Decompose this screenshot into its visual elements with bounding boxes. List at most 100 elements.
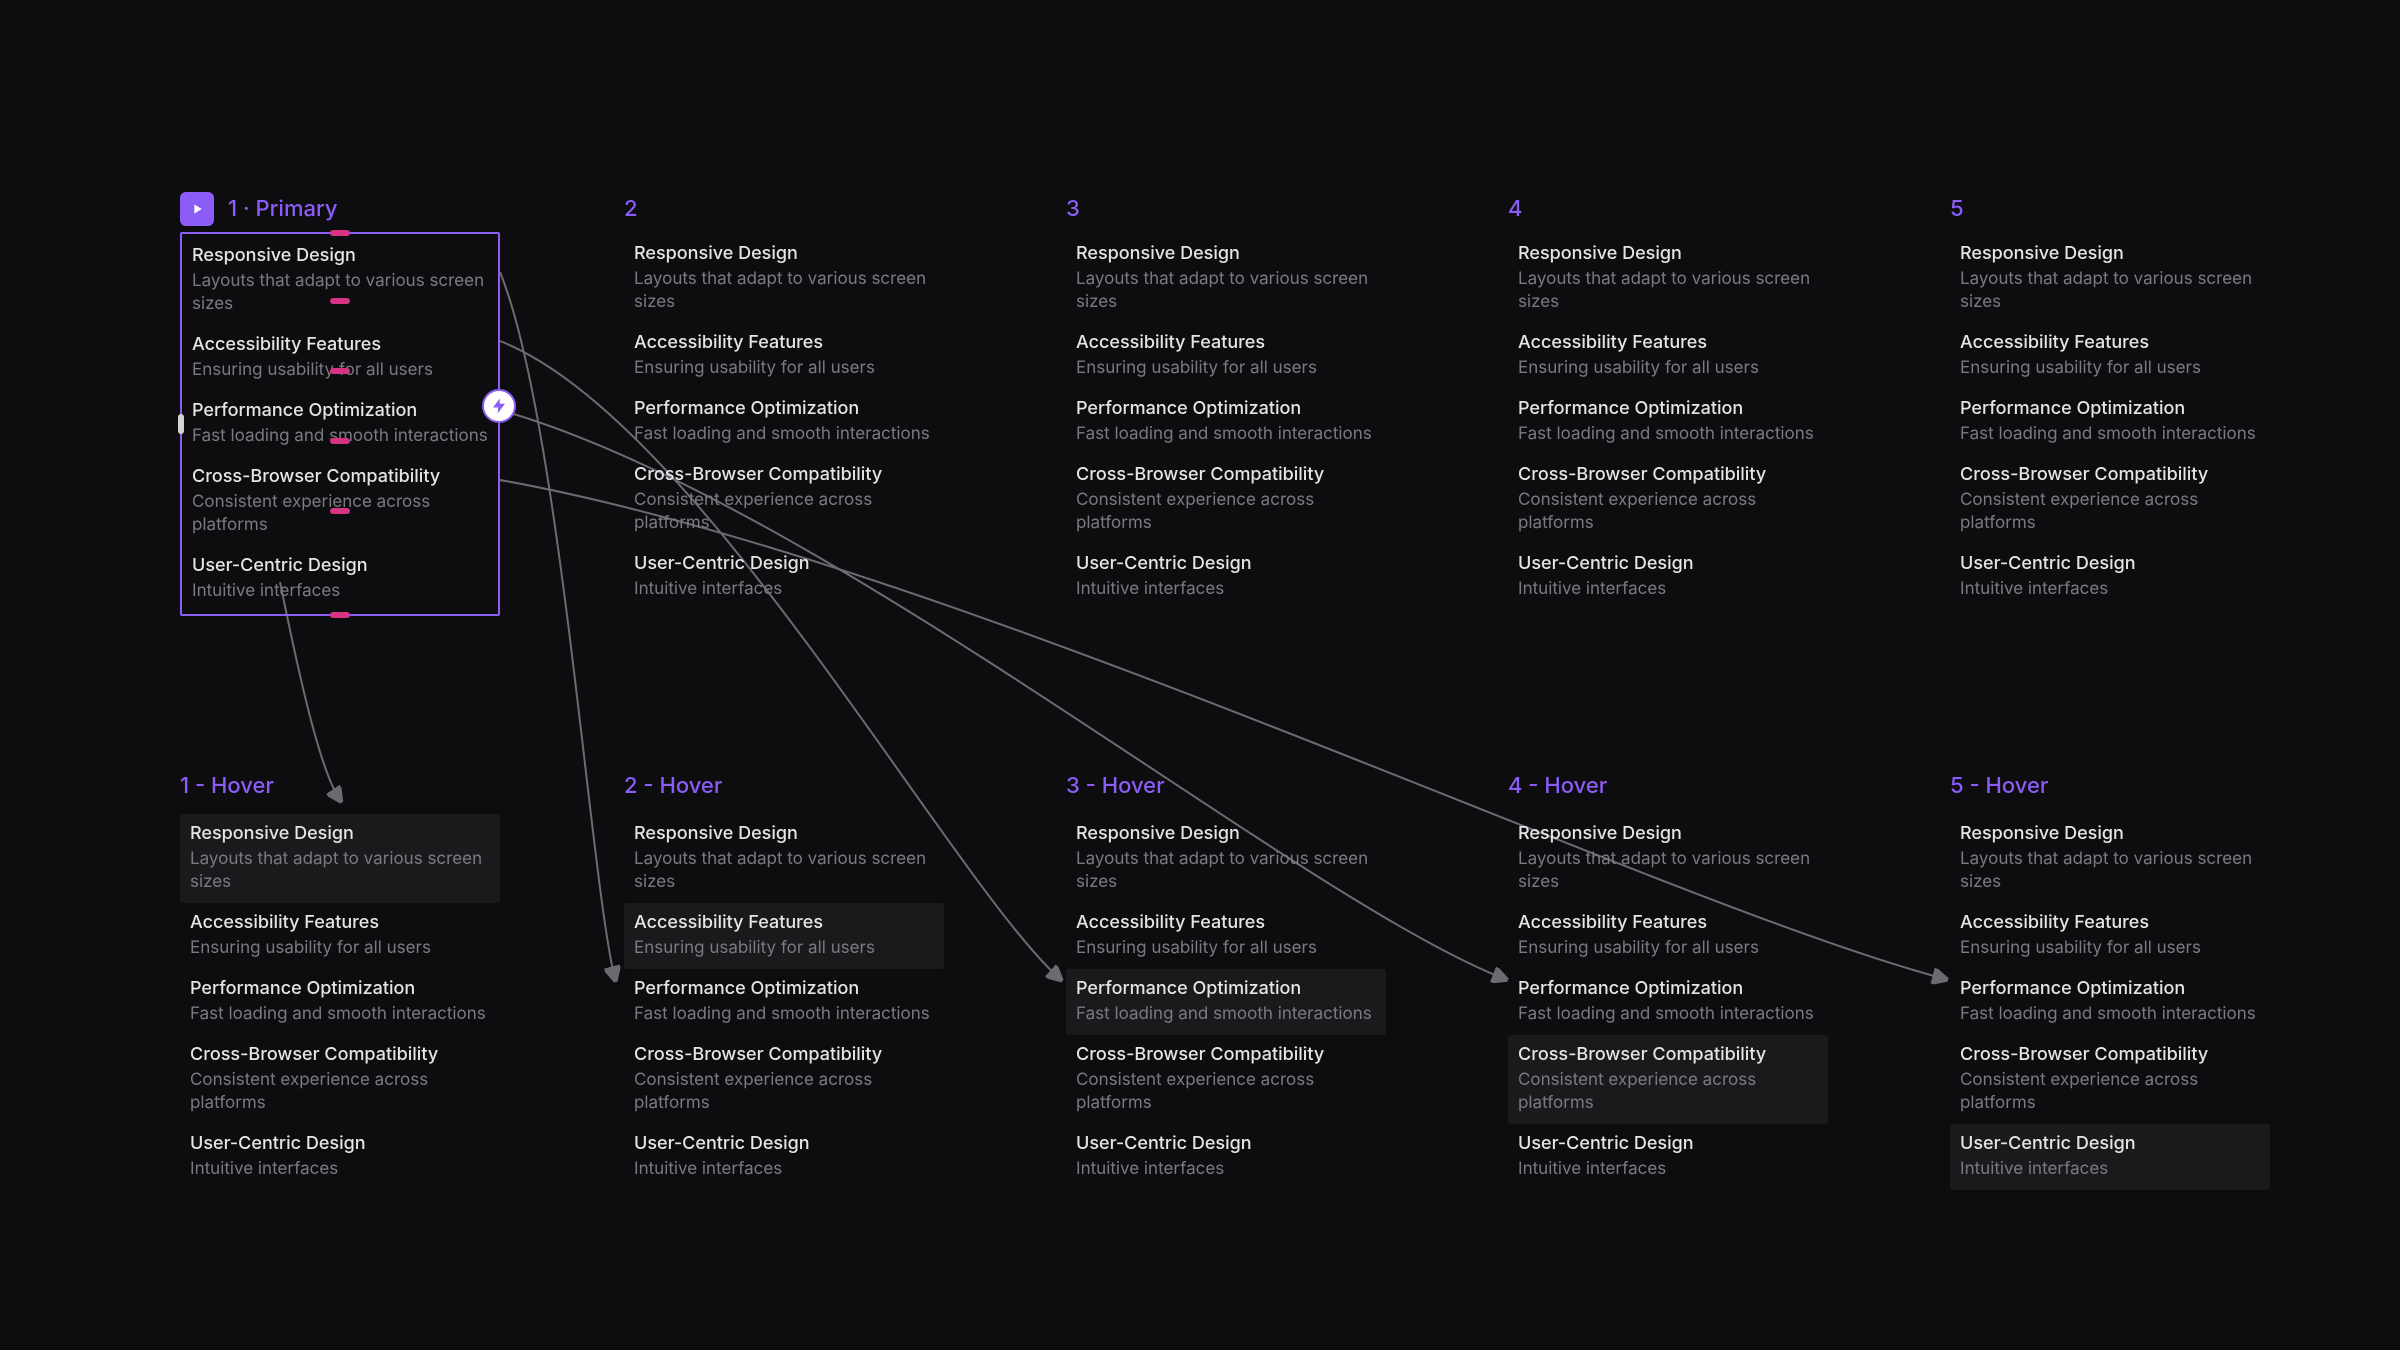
- list-item[interactable]: Accessibility FeaturesEnsuring usability…: [1950, 903, 2270, 969]
- list-item[interactable]: User-Centric DesignIntuitive interfaces: [624, 1124, 944, 1190]
- list-item[interactable]: Accessibility FeaturesEnsuring usability…: [1066, 903, 1386, 969]
- list-item[interactable]: Responsive DesignLayouts that adapt to v…: [1508, 234, 1828, 323]
- list-item[interactable]: Performance OptimizationFast loading and…: [1066, 389, 1386, 455]
- item-desc: Consistent experience across platforms: [1518, 489, 1818, 535]
- variant-label-5-hover[interactable]: 5 - Hover: [1950, 773, 2048, 799]
- list-item[interactable]: Accessibility FeaturesEnsuring usability…: [1066, 323, 1386, 389]
- item-desc: Fast loading and smooth interactions: [634, 1003, 934, 1026]
- component-card-4-hover[interactable]: Responsive DesignLayouts that adapt to v…: [1508, 812, 1828, 1192]
- design-canvas[interactable]: 1 · Primary Responsive DesignLayouts tha…: [0, 0, 2400, 1350]
- selection-handle[interactable]: [330, 298, 350, 304]
- list-item[interactable]: Cross-Browser CompatibilityConsistent ex…: [182, 457, 498, 546]
- item-desc: Consistent experience across platforms: [634, 1069, 934, 1115]
- variant-label-text: 5: [1950, 196, 1964, 222]
- list-item[interactable]: User-Centric DesignIntuitive interfaces: [624, 544, 944, 610]
- list-item[interactable]: Responsive DesignLayouts that adapt to v…: [180, 814, 500, 903]
- item-desc: Consistent experience across platforms: [1960, 1069, 2260, 1115]
- list-item[interactable]: Responsive DesignLayouts that adapt to v…: [1950, 814, 2270, 903]
- list-item[interactable]: Cross-Browser CompatibilityConsistent ex…: [1066, 1035, 1386, 1124]
- component-card-5-hover[interactable]: Responsive DesignLayouts that adapt to v…: [1950, 812, 2270, 1192]
- list-item[interactable]: User-Centric DesignIntuitive interfaces: [182, 546, 498, 612]
- list-item[interactable]: Accessibility FeaturesEnsuring usability…: [1950, 323, 2270, 389]
- list-item[interactable]: Performance OptimizationFast loading and…: [1508, 389, 1828, 455]
- component-card-1-hover[interactable]: Responsive DesignLayouts that adapt to v…: [180, 812, 500, 1192]
- item-desc: Layouts that adapt to various screen siz…: [1960, 848, 2260, 894]
- list-item[interactable]: User-Centric DesignIntuitive interfaces: [1950, 1124, 2270, 1190]
- list-item[interactable]: Performance OptimizationFast loading and…: [1508, 969, 1828, 1035]
- list-item[interactable]: Accessibility FeaturesEnsuring usability…: [1508, 903, 1828, 969]
- item-desc: Intuitive interfaces: [1960, 578, 2260, 601]
- variant-label-1-hover[interactable]: 1 - Hover: [180, 773, 274, 799]
- item-desc: Fast loading and smooth interactions: [192, 425, 488, 448]
- item-title: Responsive Design: [634, 243, 934, 264]
- list-item[interactable]: Cross-Browser CompatibilityConsistent ex…: [1508, 455, 1828, 544]
- variant-label-2-hover[interactable]: 2 - Hover: [624, 773, 722, 799]
- list-item[interactable]: Cross-Browser CompatibilityConsistent ex…: [1950, 1035, 2270, 1124]
- variant-label-text: 2 - Hover: [624, 773, 722, 799]
- list-item[interactable]: User-Centric DesignIntuitive interfaces: [1950, 544, 2270, 610]
- list-item[interactable]: User-Centric DesignIntuitive interfaces: [1508, 1124, 1828, 1190]
- selection-handle[interactable]: [330, 438, 350, 444]
- list-item[interactable]: Accessibility FeaturesEnsuring usability…: [1508, 323, 1828, 389]
- list-item[interactable]: Accessibility FeaturesEnsuring usability…: [624, 323, 944, 389]
- item-title: Cross-Browser Compatibility: [1076, 464, 1376, 485]
- variant-label-4[interactable]: 4: [1508, 196, 1522, 222]
- variant-label-3[interactable]: 3: [1066, 196, 1080, 222]
- list-item[interactable]: Performance OptimizationFast loading and…: [624, 969, 944, 1035]
- item-title: Responsive Design: [1518, 823, 1818, 844]
- component-card-3[interactable]: Responsive DesignLayouts that adapt to v…: [1066, 232, 1386, 612]
- list-item[interactable]: Responsive DesignLayouts that adapt to v…: [624, 234, 944, 323]
- list-item[interactable]: Performance OptimizationFast loading and…: [182, 391, 498, 457]
- list-item[interactable]: Accessibility FeaturesEnsuring usability…: [180, 903, 500, 969]
- list-item[interactable]: Responsive DesignLayouts that adapt to v…: [182, 236, 498, 325]
- list-item[interactable]: Responsive DesignLayouts that adapt to v…: [1950, 234, 2270, 323]
- list-item[interactable]: Accessibility FeaturesEnsuring usability…: [624, 903, 944, 969]
- list-item[interactable]: Performance OptimizationFast loading and…: [180, 969, 500, 1035]
- item-desc: Intuitive interfaces: [1518, 1158, 1818, 1181]
- list-item[interactable]: Performance OptimizationFast loading and…: [624, 389, 944, 455]
- list-item[interactable]: Performance OptimizationFast loading and…: [1066, 969, 1386, 1035]
- variant-label-text: 1 · Primary: [228, 196, 338, 222]
- list-item[interactable]: Responsive DesignLayouts that adapt to v…: [1508, 814, 1828, 903]
- list-item[interactable]: Responsive DesignLayouts that adapt to v…: [1066, 814, 1386, 903]
- list-item[interactable]: User-Centric Design Intuitive interfaces: [180, 1124, 500, 1190]
- list-item[interactable]: Responsive DesignLayouts that adapt to v…: [624, 814, 944, 903]
- list-item[interactable]: User-Centric DesignIntuitive interfaces: [1066, 544, 1386, 610]
- variant-label-5[interactable]: 5: [1950, 196, 1964, 222]
- selection-handle-left[interactable]: [178, 414, 184, 434]
- list-item[interactable]: Performance OptimizationFast loading and…: [1950, 389, 2270, 455]
- component-card-5[interactable]: Responsive DesignLayouts that adapt to v…: [1950, 232, 2270, 612]
- list-item[interactable]: User-Centric DesignIntuitive interfaces: [1066, 1124, 1386, 1190]
- list-item[interactable]: Cross-Browser CompatibilityConsistent ex…: [1066, 455, 1386, 544]
- component-card-3-hover[interactable]: Responsive DesignLayouts that adapt to v…: [1066, 812, 1386, 1192]
- item-desc: Intuitive interfaces: [1076, 1158, 1376, 1181]
- item-desc: Intuitive interfaces: [190, 1158, 490, 1181]
- component-card-2-hover[interactable]: Responsive DesignLayouts that adapt to v…: [624, 812, 944, 1192]
- list-item[interactable]: Cross-Browser CompatibilityConsistent ex…: [180, 1035, 500, 1124]
- list-item[interactable]: Cross-Browser CompatibilityConsistent ex…: [624, 1035, 944, 1124]
- list-item[interactable]: Cross-Browser CompatibilityConsistent ex…: [1508, 1035, 1828, 1124]
- list-item[interactable]: Accessibility FeaturesEnsuring usability…: [182, 325, 498, 391]
- component-card-4[interactable]: Responsive DesignLayouts that adapt to v…: [1508, 232, 1828, 612]
- list-item[interactable]: Cross-Browser CompatibilityConsistent ex…: [624, 455, 944, 544]
- list-item[interactable]: Cross-Browser CompatibilityConsistent ex…: [1950, 455, 2270, 544]
- item-desc: Layouts that adapt to various screen siz…: [192, 270, 488, 316]
- variant-label-1-primary[interactable]: 1 · Primary: [180, 192, 338, 226]
- variant-label-4-hover[interactable]: 4 - Hover: [1508, 773, 1607, 799]
- selection-handle-top[interactable]: [330, 230, 350, 236]
- component-card-1[interactable]: Responsive DesignLayouts that adapt to v…: [180, 232, 500, 616]
- list-item[interactable]: Performance OptimizationFast loading and…: [1950, 969, 2270, 1035]
- item-title: Cross-Browser Compatibility: [634, 464, 934, 485]
- selection-handle[interactable]: [330, 368, 350, 374]
- item-title: Accessibility Features: [1960, 332, 2260, 353]
- list-item[interactable]: User-Centric DesignIntuitive interfaces: [1508, 544, 1828, 610]
- variant-label-3-hover[interactable]: 3 - Hover: [1066, 773, 1165, 799]
- component-card-2[interactable]: Responsive DesignLayouts that adapt to v…: [624, 232, 944, 612]
- variant-label-2[interactable]: 2: [624, 196, 638, 222]
- selection-handle-bottom[interactable]: [330, 612, 350, 618]
- item-title: User-Centric Design: [190, 1133, 490, 1154]
- item-desc: Ensuring usability for all users: [1076, 937, 1376, 960]
- interaction-badge[interactable]: [482, 389, 516, 423]
- selection-handle[interactable]: [330, 508, 350, 514]
- list-item[interactable]: Responsive DesignLayouts that adapt to v…: [1066, 234, 1386, 323]
